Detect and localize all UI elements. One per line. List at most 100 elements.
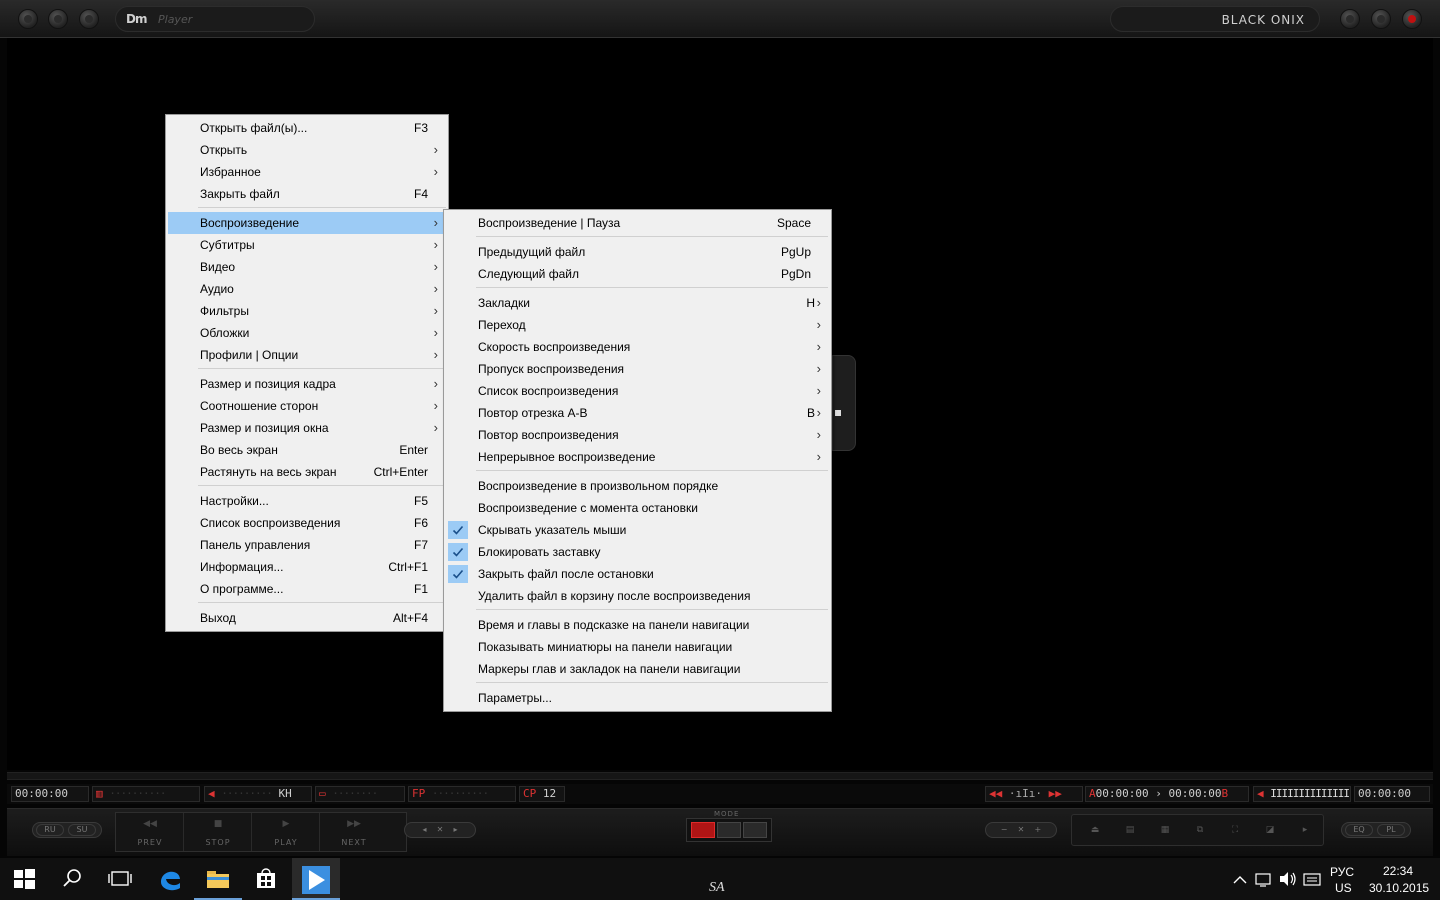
menu-item[interactable]: Профили | Опции › [168,344,446,366]
menu-item[interactable]: Выход Alt+F4 [168,607,446,629]
menu-item-label: Скрывать указатель мыши [478,523,627,537]
menu-item[interactable]: Повтор отрезка A-B B › [446,402,829,424]
menu-item-label: Закрыть файл после остановки [478,567,654,581]
next-button[interactable]: ▶▶ NEXT [320,813,388,851]
tool-icon-3[interactable]: ▦ [1158,825,1172,835]
tool-icon-4[interactable]: ⧉ [1193,825,1207,835]
menu-item[interactable]: Время и главы в подсказке на панели нави… [446,614,829,636]
menu-item[interactable]: Открыть файл(ы)... F3 [168,117,446,139]
menu-item[interactable]: Воспроизведение | Пауза Space [446,212,829,234]
tool-icon-2[interactable]: ▤ [1123,825,1137,835]
menu-item[interactable]: Закрыть файл после остановки [446,563,829,585]
language-indicator[interactable]: РУС US [1326,858,1360,900]
menu-item[interactable]: Закрыть файл F4 [168,183,446,205]
menu-item[interactable]: Закладки H › [446,292,829,314]
left-round-button-3[interactable] [79,9,99,29]
menu-item[interactable]: Фильтры › [168,300,446,322]
menu-item[interactable]: Воспроизведение › [168,212,446,234]
minimize-button[interactable] [1340,9,1360,29]
su-button[interactable]: SU [68,824,96,836]
prev-button[interactable]: ◀◀ PREV [116,813,184,851]
chevron-up-icon [1233,876,1247,884]
mode-led-1[interactable] [691,822,715,838]
menu-item[interactable]: Соотношение сторон › [168,395,446,417]
menu-item[interactable]: Показывать миниатюры на панели навигации [446,636,829,658]
chevron-right-icon: › [433,420,438,435]
left-round-button-2[interactable] [48,9,68,29]
menu-item-label: Пропуск воспроизведения [478,362,625,376]
menu-item[interactable]: Воспроизведение в произвольном порядке [446,475,829,497]
frame-back-icon[interactable]: ◂ [422,825,426,834]
fullscreen-icon[interactable]: ⛶ [1228,825,1242,835]
fp-label: FP [412,787,426,800]
menu-item[interactable]: Панель управления F7 [168,534,446,556]
seek-bar[interactable] [7,772,1433,780]
menu-item[interactable]: Непрерывное воспроизведение › [446,446,829,468]
menu-separator [198,207,446,208]
menu-item[interactable]: Видео › [168,256,446,278]
menu-item[interactable]: Скрывать указатель мыши [446,519,829,541]
playlist-button[interactable]: PL [1377,824,1405,836]
menu-item[interactable]: Размер и позиция кадра › [168,373,446,395]
eject-icon[interactable]: ⏏ [1088,825,1102,835]
menu-item-shortcut: Space [776,216,811,230]
menu-item[interactable]: Следующий файл PgDn [446,263,829,285]
left-round-button-1[interactable] [18,9,38,29]
frame-forward-icon[interactable]: ▸ [454,825,458,834]
tool-icon-6[interactable]: ◪ [1263,825,1277,835]
clock[interactable]: 22:34 30.10.2015 [1362,858,1432,900]
menu-item[interactable]: Воспроизведение с момента остановки [446,497,829,519]
menu-item[interactable]: Информация... Ctrl+F1 [168,556,446,578]
menu-item[interactable]: Предыдущий файл PgUp [446,241,829,263]
menu-item[interactable]: Скорость воспроизведения › [446,336,829,358]
mode-led-3[interactable] [743,822,767,838]
menu-item[interactable]: Субтитры › [168,234,446,256]
player-taskbar-button[interactable] [292,858,340,900]
menu-item[interactable]: Размер и позиция окна › [168,417,446,439]
zoom-minus-icon[interactable]: − [1001,825,1008,834]
chevron-right-icon: › [816,361,821,376]
task-view-button[interactable] [96,858,144,900]
tool-icon-7[interactable]: ▸ [1298,825,1312,835]
menu-item[interactable]: Блокировать заставку [446,541,829,563]
cp-label: CP [523,787,537,800]
menu-item[interactable]: Обложки › [168,322,446,344]
menu-item[interactable]: О программе... F1 [168,578,446,600]
menu-item[interactable]: Во весь экран Enter [168,439,446,461]
menu-item[interactable]: Пропуск воспроизведения › [446,358,829,380]
menu-item[interactable]: Удалить файл в корзину после воспроизвед… [446,585,829,607]
play-button[interactable]: ▶ PLAY [252,813,320,851]
mode-led-2[interactable] [717,822,741,838]
menu-item[interactable]: Открыть › [168,139,446,161]
frame-x-icon[interactable]: ✕ [437,825,444,834]
maximize-button[interactable] [1371,9,1391,29]
menu-item[interactable]: Избранное › [168,161,446,183]
menu-item[interactable]: Растянуть на весь экран Ctrl+Enter [168,461,446,483]
tray-keyboard[interactable] [1300,858,1324,900]
menu-item[interactable]: Настройки... F5 [168,490,446,512]
tray-volume[interactable] [1276,858,1300,900]
close-button[interactable] [1402,9,1422,29]
menu-item-label: Во весь экран [200,443,278,457]
menu-item[interactable]: Аудио › [168,278,446,300]
menu-item[interactable]: Маркеры глав и закладок на панели навига… [446,658,829,680]
tray-network[interactable] [1252,858,1276,900]
menu-item[interactable]: Параметры... [446,687,829,709]
menu-item[interactable]: Переход › [446,314,829,336]
zoom-reset-icon[interactable]: ✕ [1018,825,1025,834]
side-panel-handle[interactable] [832,355,856,451]
ru-button[interactable]: RU [36,824,64,836]
menu-item[interactable]: Список воспроизведения F6 [168,512,446,534]
explorer-taskbar-button[interactable] [194,858,242,900]
menu-item[interactable]: Список воспроизведения › [446,380,829,402]
fp-display: FP ·········· [408,786,516,802]
stop-button[interactable]: ■ STOP [184,813,252,851]
edge-taskbar-button[interactable] [146,858,194,900]
search-button[interactable] [48,858,96,900]
start-button[interactable] [0,858,48,900]
eq-button[interactable]: EQ [1345,824,1373,836]
menu-item[interactable]: Повтор воспроизведения › [446,424,829,446]
zoom-plus-icon[interactable]: + [1035,825,1042,834]
tray-chevron[interactable] [1228,858,1252,900]
store-taskbar-button[interactable] [242,858,290,900]
